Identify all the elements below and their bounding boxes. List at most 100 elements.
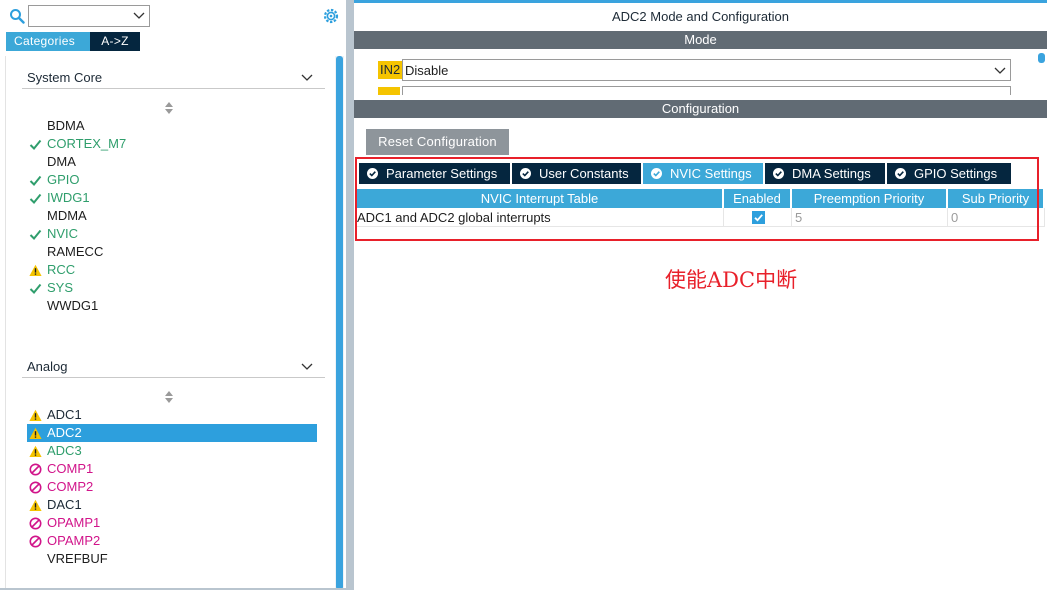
sidebar-item-label: COMP1 (47, 461, 94, 476)
in2-select[interactable]: Disable (402, 59, 1011, 81)
in2-select-value: Disable (405, 63, 449, 78)
sidebar-item-opamp1[interactable]: OPAMP1 (27, 514, 317, 532)
mode-header: Mode (354, 31, 1047, 49)
right-panel: ADC2 Mode and Configuration Mode IN2 Dis… (354, 0, 1047, 590)
sub-priority-cell[interactable]: 0 (948, 208, 1045, 227)
sidebar-item-label: WWDG1 (47, 298, 99, 313)
sidebar-item-label: DAC1 (47, 497, 82, 512)
sidebar-item-sys[interactable]: SYS (27, 279, 317, 297)
tab-parameter-settings[interactable]: Parameter Settings (359, 163, 510, 184)
mode-scrollbar[interactable] (1038, 53, 1045, 63)
check-circle-icon (651, 168, 662, 179)
interrupt-name: ADC1 and ADC2 global interrupts (357, 208, 724, 227)
warning-icon (29, 409, 42, 421)
in2-label: IN2 (378, 61, 403, 79)
check-circle-icon (520, 168, 531, 179)
tab-gpio-settings[interactable]: GPIO Settings (887, 163, 1011, 184)
sidebar-item-gpio[interactable]: GPIO (27, 171, 317, 189)
enabled-cell (724, 208, 792, 227)
app-window: Categories A->Z System Core BDMA CORTEX_M… (0, 0, 1047, 590)
sidebar-item-label: BDMA (47, 118, 85, 133)
next-mode-select[interactable] (402, 86, 1011, 95)
sidebar-item-label: GPIO (47, 172, 80, 187)
table-row[interactable]: ADC1 and ADC2 global interrupts 5 0 (357, 208, 1045, 227)
sidebar-item-dma[interactable]: DMA (27, 153, 317, 171)
left-panel: Categories A->Z System Core BDMA CORTEX_M… (0, 0, 346, 590)
sort-icon[interactable] (164, 101, 174, 115)
left-scrollbar[interactable] (335, 56, 344, 590)
tab-user-constants[interactable]: User Constants (512, 163, 641, 184)
sidebar-item-label: OPAMP1 (47, 515, 101, 530)
sidebar-item-comp2[interactable]: COMP2 (27, 478, 317, 496)
scrollbar-thumb[interactable] (336, 56, 343, 590)
system-core-list: BDMA CORTEX_M7 DMA GPIO IWDG1 MDMA NVIC RAMECC R… (27, 117, 317, 315)
sidebar-item-vrefbuf[interactable]: VREFBUF (27, 550, 317, 568)
warning-icon (29, 427, 42, 439)
sidebar-item-label: ADC1 (47, 407, 82, 422)
check-icon (29, 193, 42, 204)
sidebar-item-nvic[interactable]: NVIC (27, 225, 317, 243)
check-icon (29, 283, 42, 294)
sidebar-item-ramecc[interactable]: RAMECC (27, 243, 317, 261)
sidebar-item-label: ADC2 (47, 425, 82, 440)
sidebar-item-rcc[interactable]: RCC (27, 261, 317, 279)
analog-list: ADC1 ADC2 ADC3 COMP1 COMP2 DAC1 OPAMP1 OPAMP2 VR… (27, 406, 317, 568)
sort-icon[interactable] (164, 390, 174, 404)
sidebar-item-adc3[interactable]: ADC3 (27, 442, 317, 460)
sidebar-item-iwdg1[interactable]: IWDG1 (27, 189, 317, 207)
sidebar-item-bdma[interactable]: BDMA (27, 117, 317, 135)
sidebar-item-opamp2[interactable]: OPAMP2 (27, 532, 317, 550)
disabled-icon (29, 463, 42, 476)
sidebar-item-label: COMP2 (47, 479, 94, 494)
column-header[interactable]: Preemption Priority (792, 189, 948, 208)
top-accent-line (354, 0, 1047, 3)
sidebar-item-label: ADC3 (47, 443, 82, 458)
column-header[interactable]: Enabled (724, 189, 792, 208)
check-circle-icon (895, 168, 906, 179)
check-circle-icon (367, 168, 378, 179)
section-analog[interactable]: Analog (22, 356, 325, 378)
sidebar-item-label: VREFBUF (47, 551, 108, 566)
column-header[interactable]: Sub Priority (948, 189, 1045, 208)
sidebar-item-cortex-m7[interactable]: CORTEX_M7 (27, 135, 317, 153)
left-tabs: Categories A->Z (6, 32, 140, 51)
warning-icon (29, 445, 42, 457)
tab-nvic-settings[interactable]: NVIC Settings (643, 163, 763, 184)
tab-label: Parameter Settings (386, 166, 498, 181)
warning-icon (29, 499, 42, 511)
sidebar-item-dac1[interactable]: DAC1 (27, 496, 317, 514)
configuration-tabs: Parameter Settings User Constants NVIC S… (359, 163, 1013, 184)
column-header[interactable]: NVIC Interrupt Table (357, 189, 724, 208)
chevron-down-icon[interactable] (133, 9, 145, 21)
reset-configuration-button[interactable]: Reset Configuration (366, 129, 509, 155)
splitter[interactable] (346, 0, 354, 590)
tab-label: User Constants (539, 166, 629, 181)
chevron-down-icon[interactable] (994, 64, 1006, 76)
check-icon (29, 175, 42, 186)
sidebar-item-label: RCC (47, 262, 76, 277)
tab-a-to-z[interactable]: A->Z (90, 32, 140, 51)
enabled-checkbox[interactable] (752, 211, 765, 224)
disabled-icon (29, 517, 42, 530)
tab-label: NVIC Settings (670, 166, 752, 181)
tab-dma-settings[interactable]: DMA Settings (765, 163, 885, 184)
sidebar-item-mdma[interactable]: MDMA (27, 207, 317, 225)
table-header: NVIC Interrupt Table Enabled Preemption … (357, 189, 1045, 208)
tab-categories[interactable]: Categories (6, 32, 90, 51)
search-combobox[interactable] (28, 5, 150, 27)
chevron-down-icon[interactable] (301, 71, 313, 83)
section-system-core[interactable]: System Core (22, 67, 325, 89)
annotation-text: 使能ADC中断 (665, 268, 798, 292)
sidebar-item-label: IWDG1 (47, 190, 90, 205)
sidebar-item-adc1[interactable]: ADC1 (27, 406, 317, 424)
tab-label: GPIO Settings (914, 166, 998, 181)
chevron-down-icon[interactable] (301, 360, 313, 372)
configuration-header: Configuration (354, 100, 1047, 118)
gear-icon[interactable] (322, 7, 340, 25)
preemption-priority-cell[interactable]: 5 (792, 208, 948, 227)
sidebar-item-wwdg1[interactable]: WWDG1 (27, 297, 317, 315)
sidebar-item-adc2[interactable]: ADC2 (27, 424, 317, 442)
check-icon (29, 139, 42, 150)
sidebar-item-comp1[interactable]: COMP1 (27, 460, 317, 478)
search-icon[interactable] (9, 8, 25, 24)
